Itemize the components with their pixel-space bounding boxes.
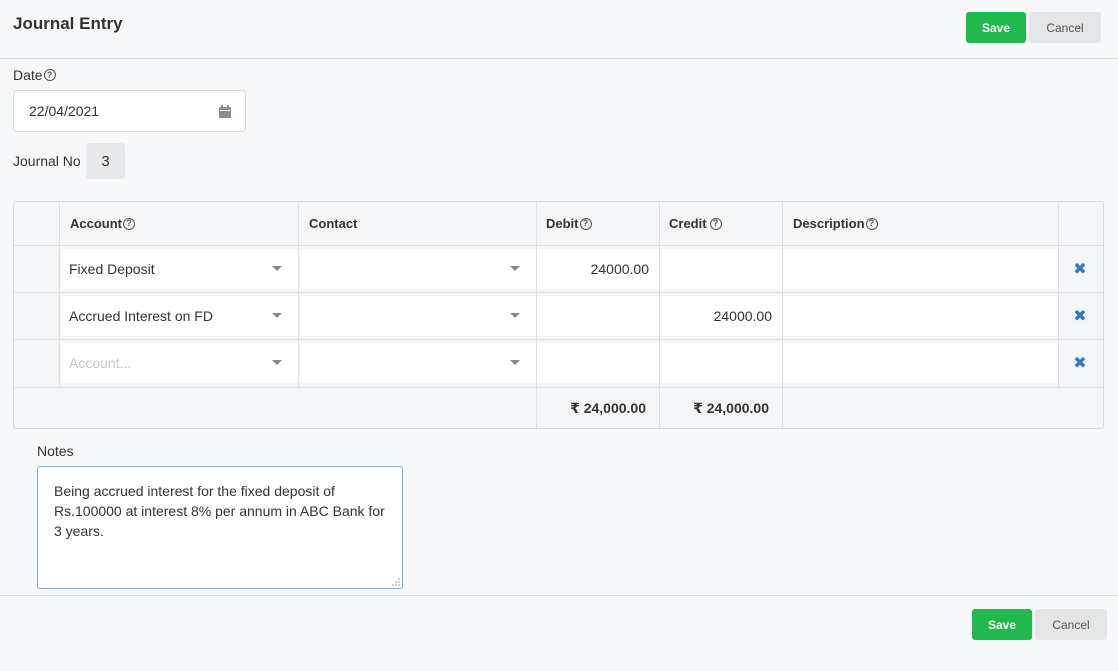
calendar-icon[interactable] <box>219 105 231 118</box>
help-icon[interactable]: ? <box>123 217 135 230</box>
date-label: Date ? <box>13 67 56 83</box>
account-select[interactable]: Fixed Deposit <box>61 249 298 289</box>
debit-input[interactable] <box>537 343 659 383</box>
chevron-down-icon <box>272 266 282 271</box>
date-value: 22/04/2021 <box>29 103 100 119</box>
credit-input[interactable] <box>660 343 782 383</box>
footer-cancel-button[interactable]: Cancel <box>1035 609 1107 640</box>
page-footer: Save Cancel <box>0 595 1118 671</box>
contact-select[interactable] <box>300 249 536 289</box>
column-header-description: Description? <box>783 202 878 245</box>
divider <box>782 202 783 428</box>
divider <box>298 202 299 388</box>
total-credit: ₹ 24,000.00 <box>693 400 769 416</box>
help-icon[interactable]: ? <box>709 217 722 230</box>
help-icon[interactable]: ? <box>579 217 592 230</box>
description-input[interactable] <box>784 249 1058 289</box>
column-header-contact: Contact <box>309 216 358 231</box>
save-button[interactable]: Save <box>966 12 1026 43</box>
divider <box>14 292 1103 293</box>
footer-save-button[interactable]: Save <box>972 609 1032 640</box>
credit-input[interactable]: 24000.00 <box>660 296 782 336</box>
cancel-button[interactable]: Cancel <box>1029 12 1101 43</box>
contact-select[interactable] <box>300 343 536 383</box>
page-header: Journal Entry Save Cancel <box>0 0 1118 59</box>
help-icon[interactable]: ? <box>865 217 878 230</box>
page-title: Journal Entry <box>13 14 123 33</box>
debit-input[interactable]: 24000.00 <box>537 249 659 289</box>
account-select[interactable]: Accrued Interest on FD <box>61 296 298 336</box>
journal-lines-table: Account? Contact Debit? Credit? Descript… <box>13 201 1104 429</box>
journal-no-value: 3 <box>86 143 125 179</box>
description-input[interactable] <box>784 296 1058 336</box>
column-header-debit: Debit? <box>536 202 592 245</box>
delete-row-icon[interactable]: ✖ <box>1073 355 1087 372</box>
notes-textarea[interactable]: Being accrued interest for the fixed dep… <box>37 466 403 589</box>
total-debit: ₹ 24,000.00 <box>570 400 646 416</box>
debit-input[interactable] <box>537 296 659 336</box>
resize-handle-icon[interactable] <box>392 578 400 586</box>
date-input[interactable]: 22/04/2021 <box>13 90 246 132</box>
divider <box>1058 202 1059 388</box>
account-placeholder: Account... <box>69 355 132 371</box>
journal-no-label: Journal No <box>13 153 81 169</box>
account-select[interactable]: Account... <box>61 343 298 383</box>
credit-input[interactable] <box>660 249 782 289</box>
description-input[interactable] <box>784 343 1058 383</box>
chevron-down-icon <box>272 360 282 365</box>
notes-label: Notes <box>37 443 74 459</box>
divider <box>14 245 1103 246</box>
contact-select[interactable] <box>300 296 536 336</box>
chevron-down-icon <box>510 313 520 318</box>
chevron-down-icon <box>510 266 520 271</box>
divider <box>14 339 1103 340</box>
help-icon[interactable]: ? <box>43 69 56 81</box>
column-header-account: Account? <box>60 202 135 245</box>
column-header-credit: Credit? <box>659 202 722 245</box>
chevron-down-icon <box>272 313 282 318</box>
chevron-down-icon <box>510 360 520 365</box>
delete-row-icon[interactable]: ✖ <box>1073 308 1087 325</box>
delete-row-icon[interactable]: ✖ <box>1073 261 1087 278</box>
divider <box>59 202 60 388</box>
